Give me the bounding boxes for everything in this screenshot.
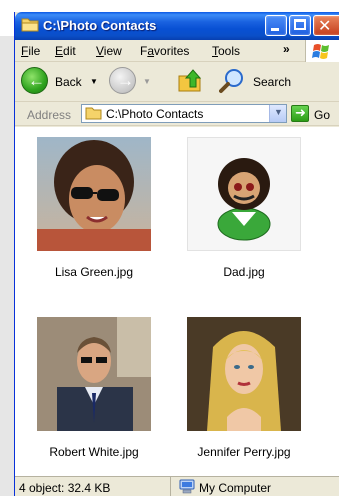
address-label: Address [27,108,72,122]
go-button[interactable]: ➜ [291,105,309,122]
address-input[interactable]: C:\Photo Contacts ▼ [81,104,287,123]
menu-tools-rest: ools [218,44,241,58]
file-item[interactable]: Jennifer Perry.jpg [175,317,305,467]
address-value: C:\Photo Contacts [106,107,204,121]
file-name: Jennifer Perry.jpg [197,445,291,459]
menu-tools[interactable]: Tools [212,44,240,58]
close-icon: ✕ [318,18,332,35]
back-arrow-icon: ← [21,67,48,94]
folder-up-icon [178,69,202,92]
desktop-background: C:\Photo Contacts ✕ File Edit View Favor… [0,0,339,496]
menu-view-rest: iew [103,44,122,58]
folder-icon [21,18,39,32]
status-zone: My Computer [199,481,272,495]
status-zone-panel: My Computer [173,477,339,496]
file-name: Lisa Green.jpg [54,265,134,279]
forward-arrow-icon: → [109,67,136,94]
minimize-icon [271,28,279,31]
menu-view[interactable]: View [96,44,122,58]
file-item[interactable]: Dad.jpg [175,137,305,287]
menu-edit-rest: dit [63,44,76,58]
dropdown-arrow-icon: ▼ [274,107,283,117]
title-bar[interactable]: C:\Photo Contacts ✕ [15,12,339,40]
forward-button[interactable]: → ▼ [109,67,157,97]
menu-file-rest: ile [28,44,41,58]
address-bar: Address C:\Photo Contacts ▼ ➜ Go [15,102,339,126]
file-view: Lisa Green.jpg Dad.jpg Robert White.jpg … [15,127,339,476]
dropdown-arrow-icon[interactable]: ▼ [90,77,98,86]
search-button[interactable]: Search [219,67,303,97]
photo-thumbnail [187,137,301,251]
menu-edit[interactable]: Edit [55,44,76,58]
address-dropdown-button[interactable]: ▼ [269,105,286,122]
folder-icon [85,107,102,120]
status-objects-panel: 4 object: 32.4 KB [15,477,171,496]
standard-toolbar: ← Back ▼ → ▼ Search [15,62,339,102]
menu-overflow-chevron[interactable]: » [283,42,290,56]
maximize-button[interactable] [289,15,311,36]
search-label: Search [253,75,292,89]
photo-thumbnail [187,317,301,431]
back-button[interactable]: ← Back ▼ [21,67,101,97]
file-item[interactable]: Robert White.jpg [25,317,155,467]
folder-up-button[interactable] [177,67,207,97]
explorer-window: C:\Photo Contacts ✕ File Edit View Favor… [14,12,339,496]
windows-logo-icon [305,40,339,62]
photo-thumbnail [37,317,151,431]
file-name: Robert White.jpg [49,445,139,459]
go-label[interactable]: Go [314,108,330,122]
maximize-icon [294,19,306,30]
status-bar: 4 object: 32.4 KB My Computer [15,476,339,496]
menu-bar: File Edit View Favorites Tools » [15,40,339,62]
file-name: Dad.jpg [223,265,265,279]
status-objects: 4 object: 32.4 KB [19,481,111,495]
menu-favorites-rest: vorites [154,44,190,58]
search-icon [219,69,243,93]
close-button[interactable]: ✕ [313,15,339,36]
menu-file[interactable]: File [21,44,40,58]
photo-thumbnail [37,137,151,251]
my-computer-icon [179,479,195,494]
back-label: Back [55,75,82,89]
window-title: C:\Photo Contacts [43,18,157,33]
file-item[interactable]: Lisa Green.jpg [25,137,155,287]
menu-favorites[interactable]: Favorites [140,44,189,58]
dropdown-arrow-icon[interactable]: ▼ [143,77,151,86]
minimize-button[interactable] [265,15,287,36]
go-arrow-icon: ➜ [295,105,306,120]
